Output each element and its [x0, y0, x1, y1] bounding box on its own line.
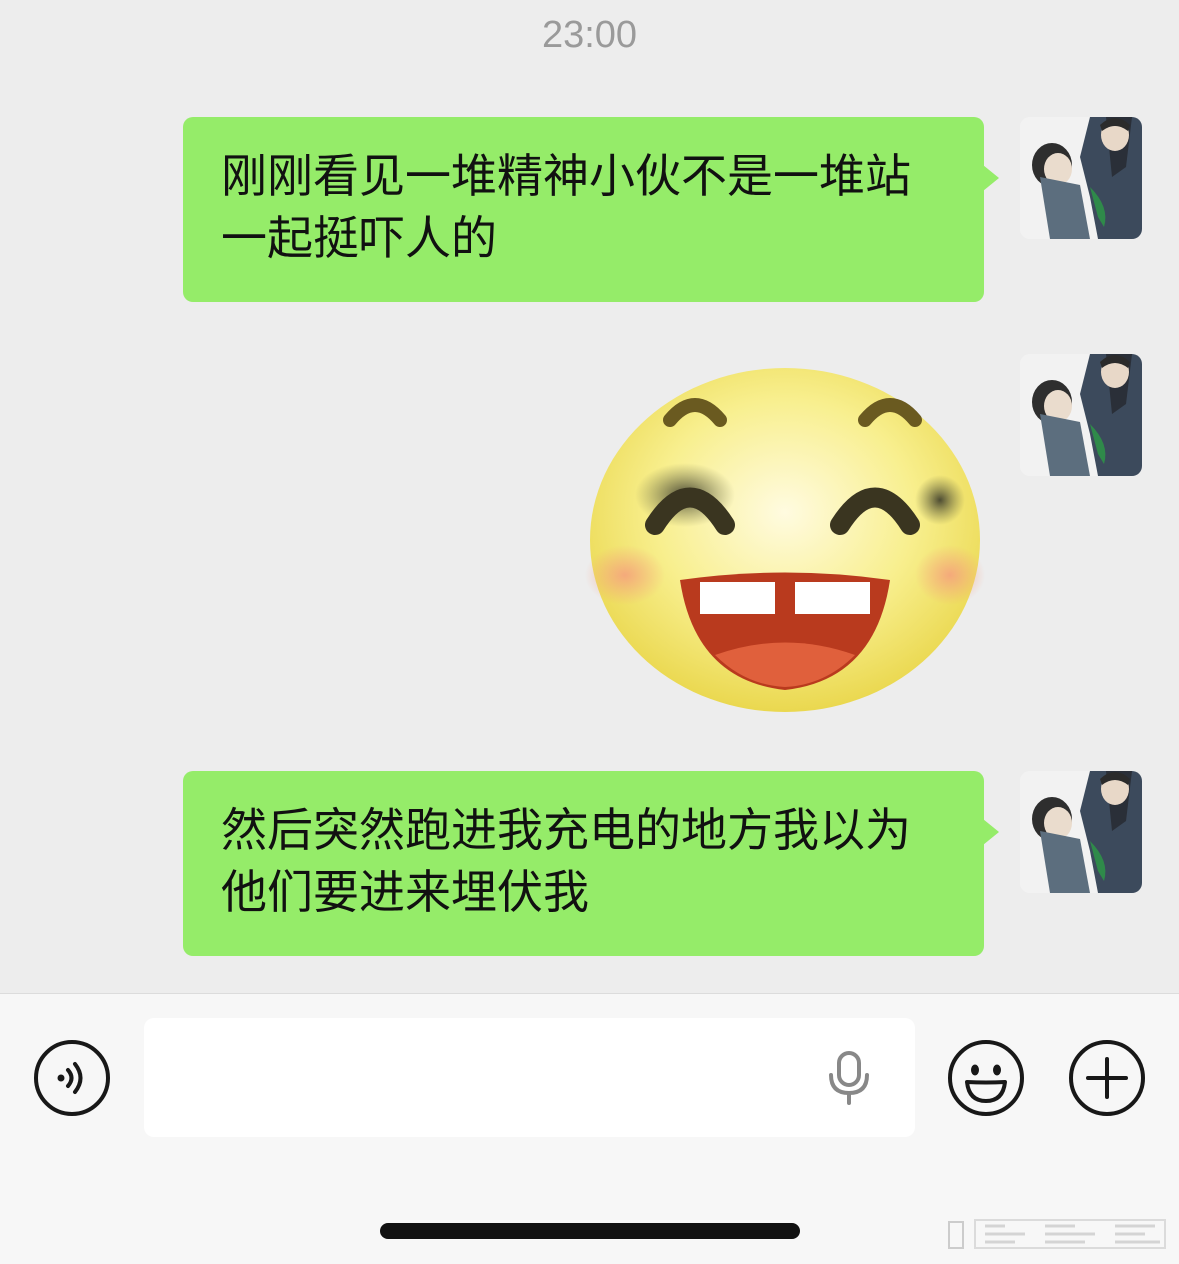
sticker-message[interactable] — [585, 360, 985, 715]
watermark-logo — [945, 1216, 1170, 1252]
voice-mode-button[interactable] — [33, 1039, 111, 1117]
microphone-button[interactable] — [827, 1051, 871, 1105]
home-indicator[interactable] — [380, 1223, 800, 1239]
user-avatar[interactable] — [1020, 771, 1142, 893]
voice-mode-icon — [34, 1040, 110, 1116]
microphone-icon — [829, 1051, 869, 1105]
user-avatar[interactable] — [1020, 354, 1142, 476]
emoji-button[interactable] — [947, 1039, 1025, 1117]
plus-icon — [1069, 1040, 1145, 1116]
more-button[interactable] — [1068, 1039, 1146, 1117]
emoji-icon — [948, 1040, 1024, 1116]
message-bubble[interactable]: 然后突然跑进我充电的地方我以为他们要进来埋伏我 — [183, 771, 999, 956]
user-avatar[interactable] — [1020, 117, 1142, 239]
message-bubble[interactable]: 刚刚看见一堆精神小伙不是一堆站一起挺吓人的 — [183, 117, 999, 302]
message-input[interactable] — [144, 1018, 915, 1137]
grinning-bruised-face-sticker — [585, 368, 985, 712]
chat-timestamp: 23:00 — [541, 14, 638, 56]
